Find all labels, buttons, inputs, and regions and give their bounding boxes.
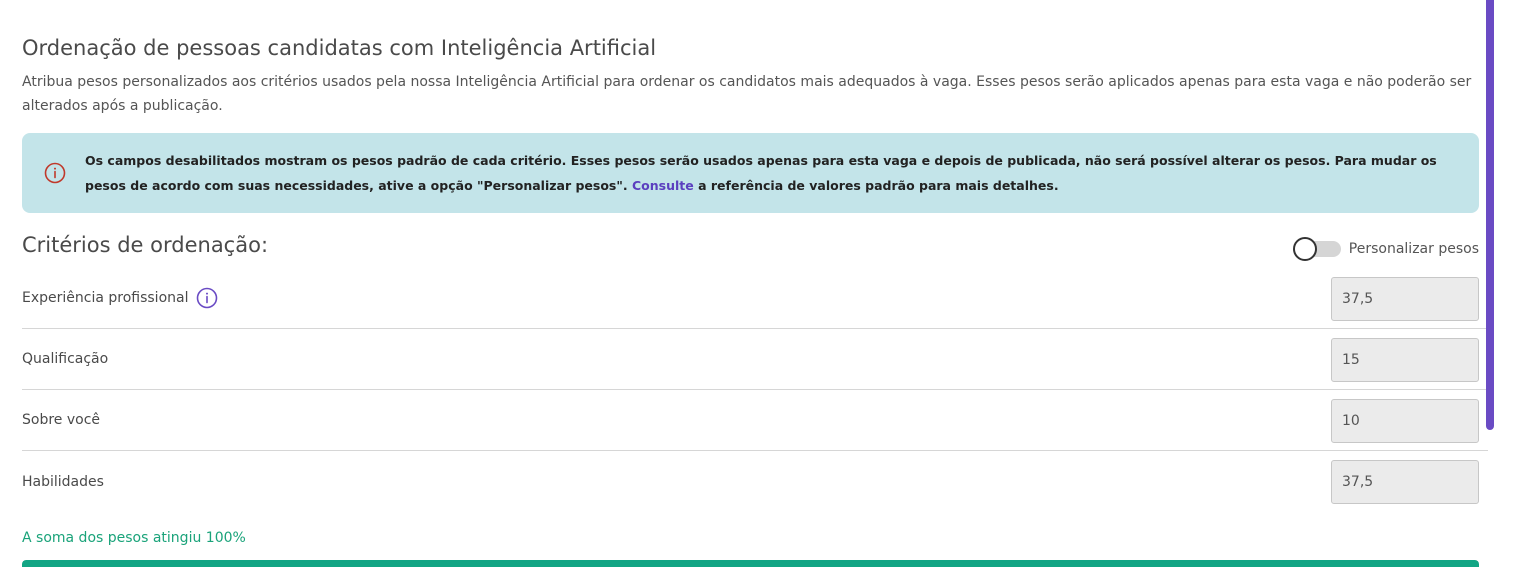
alert-text-after: a referência de valores padrão para mais… bbox=[698, 178, 1059, 193]
customize-weights-label: Personalizar pesos bbox=[1348, 241, 1479, 257]
criteria-title: Critérios de ordenação: bbox=[22, 233, 269, 257]
consult-link[interactable]: Consulte bbox=[632, 178, 694, 193]
weight-input-qualification[interactable] bbox=[1331, 338, 1479, 382]
customize-weights-toggle[interactable] bbox=[1292, 237, 1341, 261]
criterion-row-about-you: Sobre você bbox=[22, 390, 1488, 451]
criterion-row-skills: Habilidades bbox=[22, 451, 1488, 512]
criterion-row-qualification: Qualificação bbox=[22, 329, 1488, 390]
weights-progress-fill bbox=[22, 560, 1479, 567]
info-icon[interactable] bbox=[196, 287, 218, 309]
alert-text: Os campos desabilitados mostram os pesos… bbox=[85, 148, 1460, 198]
scrollbar[interactable] bbox=[1486, 0, 1494, 430]
info-alert: Os campos desabilitados mostram os pesos… bbox=[22, 133, 1479, 213]
alert-circle-icon bbox=[44, 162, 66, 184]
criterion-label: Habilidades bbox=[22, 473, 104, 490]
criterion-label-group: Experiência profissional bbox=[22, 287, 218, 309]
page-description: Atribua pesos personalizados aos critéri… bbox=[22, 74, 1472, 114]
criterion-label: Qualificação bbox=[22, 351, 109, 367]
weight-input-experience[interactable] bbox=[1331, 277, 1479, 321]
weights-sum-message: A soma dos pesos atingiu 100% bbox=[22, 530, 246, 546]
toggle-knob bbox=[1292, 237, 1317, 261]
weights-progress-bar bbox=[22, 560, 1479, 567]
criteria-list: Experiência profissional Qualificação bbox=[22, 268, 1488, 512]
weight-input-about-you[interactable] bbox=[1331, 399, 1479, 443]
customize-weights-toggle-group: Personalizar pesos bbox=[1292, 237, 1479, 261]
criterion-label: Experiência profissional bbox=[22, 290, 189, 306]
criterion-label: Sobre você bbox=[22, 412, 101, 428]
criterion-row-experience: Experiência profissional bbox=[22, 268, 1488, 329]
page-title: Ordenação de pessoas candidatas com Inte… bbox=[22, 36, 657, 60]
page: Ordenação de pessoas candidatas com Inte… bbox=[0, 0, 1534, 567]
weight-input-skills[interactable] bbox=[1331, 460, 1479, 504]
